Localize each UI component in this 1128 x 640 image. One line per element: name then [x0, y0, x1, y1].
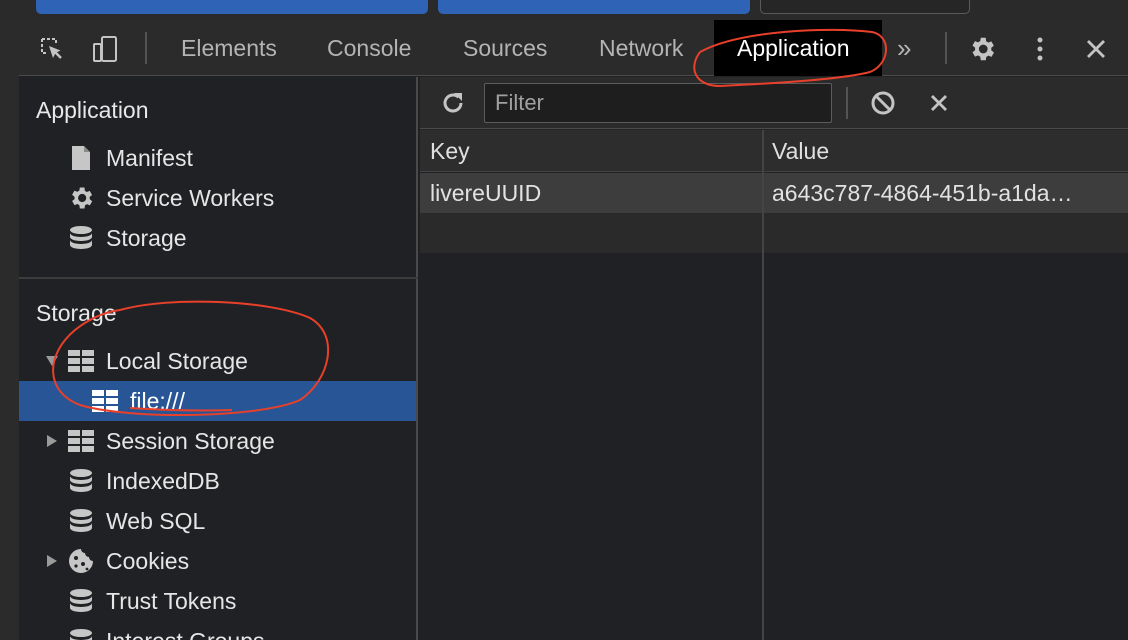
sidebar-item-web-sql[interactable]: Web SQL [19, 501, 416, 541]
sidebar-item-label: file:/// [130, 387, 185, 414]
sidebar-item-cookies[interactable]: Cookies [19, 541, 416, 581]
grid-icon [67, 427, 95, 455]
devtools-toolbar: Elements Console Sources Network Applica… [19, 20, 1128, 76]
toolbar-divider [846, 87, 848, 119]
sidebar-item-label: Web SQL [106, 507, 206, 534]
database-icon [67, 627, 95, 640]
sidebar-item-label: Service Workers [106, 184, 275, 211]
page-content-strip [0, 0, 1128, 20]
sidebar-item-local-storage[interactable]: Local Storage [19, 341, 416, 381]
tab-application[interactable]: Application [714, 20, 882, 76]
sidebar-item-trust-tokens[interactable]: Trust Tokens [19, 581, 416, 621]
more-tabs-button[interactable]: » [889, 20, 919, 76]
sidebar-item-label: Manifest [106, 144, 193, 171]
sidebar-item-storage[interactable]: Storage [19, 218, 416, 258]
grid-icon [91, 387, 119, 415]
grid-icon [67, 347, 95, 375]
storage-main-panel: Key Value livereUUID a643c787-4864-451b-… [420, 77, 1128, 640]
more-options-icon[interactable] [1023, 32, 1057, 66]
page-button [36, 0, 428, 14]
tab-sources[interactable]: Sources [455, 20, 555, 76]
sidebar-item-indexeddb[interactable]: IndexedDB [19, 461, 416, 501]
expand-arrow-down-icon[interactable] [45, 354, 59, 368]
devtools-window: Elements Console Sources Network Applica… [19, 20, 1128, 640]
sidebar-item-label: Trust Tokens [106, 587, 237, 614]
table-cell-value: a643c787-4864-451b-a1da… [772, 180, 1073, 206]
page-button [438, 0, 750, 14]
sidebar-item-manifest[interactable]: Manifest [19, 138, 416, 178]
expand-arrow-right-icon[interactable] [45, 434, 59, 448]
database-icon [67, 507, 95, 535]
sidebar-item-label: Local Storage [106, 347, 248, 374]
settings-gear-icon[interactable] [965, 32, 999, 66]
column-divider [762, 130, 764, 640]
delete-selected-icon[interactable] [922, 86, 956, 120]
refresh-icon[interactable] [436, 86, 470, 120]
cookie-icon [67, 547, 95, 575]
sidebar-item-label: IndexedDB [106, 467, 220, 494]
tab-console[interactable]: Console [319, 20, 419, 76]
toolbar-divider [145, 32, 147, 64]
gear-icon [67, 184, 95, 212]
column-header-key[interactable]: Key [420, 130, 762, 172]
table-row[interactable]: livereUUID a643c787-4864-451b-a1da… [420, 173, 1128, 213]
page-button [760, 0, 970, 14]
column-header-value[interactable]: Value [762, 130, 1128, 172]
toolbar-divider [945, 32, 947, 64]
sidebar-item-label: Cookies [106, 547, 190, 574]
inspect-element-icon[interactable] [35, 32, 69, 66]
filter-toolbar [420, 77, 1128, 129]
clear-all-icon[interactable] [866, 86, 900, 120]
sidebar-item-label: Interest Groups [106, 628, 265, 640]
sidebar-item-session-storage[interactable]: Session Storage [19, 421, 416, 461]
section-divider [19, 277, 418, 279]
sidebar-item-label: Storage [106, 224, 187, 251]
storage-table: Key Value livereUUID a643c787-4864-451b-… [420, 130, 1128, 640]
database-icon [67, 467, 95, 495]
table-row-empty[interactable] [420, 213, 1128, 253]
tab-elements[interactable]: Elements [173, 20, 285, 76]
database-icon [67, 587, 95, 615]
tab-network[interactable]: Network [591, 20, 691, 76]
database-icon [67, 224, 95, 252]
sidebar-item-file-origin[interactable]: file:/// [19, 381, 416, 421]
expand-arrow-right-icon[interactable] [45, 554, 59, 568]
filter-input[interactable] [484, 83, 832, 123]
sidebar-item-interest-groups[interactable]: Interest Groups [19, 621, 416, 640]
sidebar-item-service-workers[interactable]: Service Workers [19, 178, 416, 218]
section-title-storage: Storage [36, 300, 117, 326]
close-devtools-icon[interactable] [1079, 32, 1113, 66]
section-title-application: Application [36, 97, 149, 123]
device-toolbar-icon[interactable] [89, 32, 123, 66]
sidebar-item-label: Session Storage [106, 427, 275, 454]
document-icon [67, 144, 95, 172]
table-cell-key: livereUUID [430, 180, 542, 206]
application-sidebar: Application Manifest Service Workers Sto… [19, 77, 418, 640]
